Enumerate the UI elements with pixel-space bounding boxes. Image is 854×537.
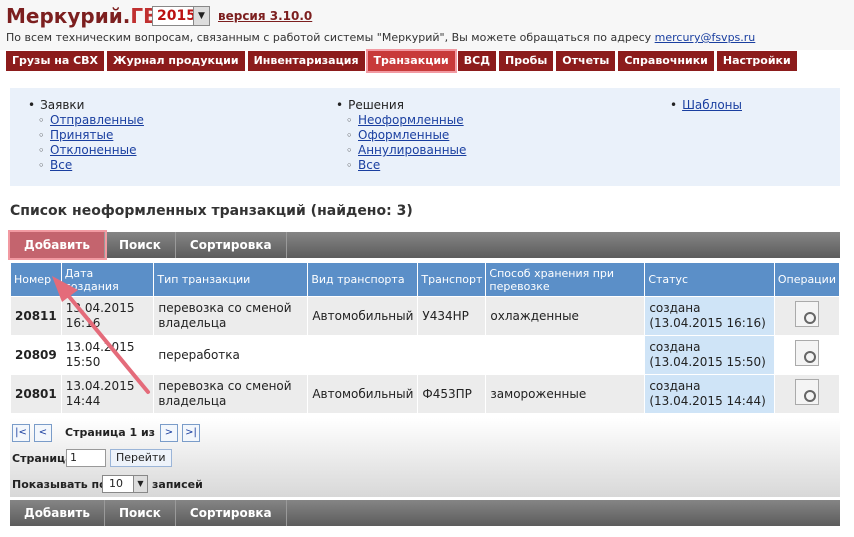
col-header-operations: Операции [773, 262, 841, 297]
decisions-group: Решения Неоформленные Оформленные Аннули… [336, 98, 466, 173]
decisions-title: Решения [336, 98, 466, 112]
year-value: 2015 [157, 8, 196, 24]
link-requests-accepted[interactable]: Принятые [50, 128, 113, 142]
link-decisions-processed[interactable]: Оформленные [358, 128, 449, 142]
nav-item-inventory[interactable]: Инвентаризация [247, 51, 365, 71]
next-page-button[interactable]: > [160, 424, 178, 442]
version-link[interactable]: версия 3.10.0 [218, 9, 312, 23]
link-requests-sent[interactable]: Отправленные [50, 113, 144, 127]
year-select[interactable]: 2015 ▼ [152, 6, 210, 26]
cell-operations [773, 374, 841, 414]
main-nav: Грузы на СВХ Журнал продукции Инвентариз… [6, 49, 797, 73]
col-header-status[interactable]: Статус [644, 262, 775, 297]
templates-group: Шаблоны [670, 98, 742, 112]
nav-item-directories[interactable]: Справочники [618, 51, 714, 71]
col-header-storage[interactable]: Способ хранения при перевозке [485, 262, 646, 297]
page-number-input[interactable]: 1 [66, 449, 106, 467]
go-button[interactable]: Перейти [110, 449, 172, 467]
nav-item-settings[interactable]: Настройки [716, 51, 797, 71]
nav-item-transactions[interactable]: Транзакции [365, 49, 457, 73]
cell-date: 13.04.2015 14:44 [60, 374, 155, 414]
cell-transport [417, 335, 487, 375]
support-text: По всем техническим вопросам, связанным … [6, 31, 756, 44]
cell-storage: замороженные [485, 374, 646, 414]
cell-number: 20809 [10, 335, 62, 375]
link-decisions-unprocessed[interactable]: Неоформленные [358, 113, 464, 127]
link-requests-all[interactable]: Все [50, 158, 72, 172]
transactions-table: Номер Дата создания Тип транзакции Вид т… [10, 262, 841, 414]
prev-page-button[interactable]: < [34, 424, 52, 442]
support-email-link[interactable]: mercury@fsvps.ru [655, 31, 756, 44]
nav-item-reports[interactable]: Отчеты [556, 51, 616, 71]
page-label: Страница [12, 452, 73, 465]
link-requests-rejected[interactable]: Отклоненные [50, 143, 136, 157]
view-magnifier-icon[interactable] [794, 379, 819, 405]
last-page-button[interactable]: >| [182, 424, 200, 442]
nav-item-journal[interactable]: Журнал продукции [107, 51, 245, 71]
search-button-bottom[interactable]: Поиск [105, 500, 176, 526]
top-toolbar: Добавить Поиск Сортировка [8, 230, 840, 260]
search-button[interactable]: Поиск [105, 232, 176, 258]
cell-type: перевозка со сменой владельца [153, 374, 309, 414]
link-decisions-cancelled[interactable]: Аннулированные [358, 143, 466, 157]
cell-status: создана (13.04.2015 14:44) [644, 374, 775, 414]
cell-number: 20811 [10, 296, 62, 336]
page-size-value: 10 [109, 477, 123, 490]
first-page-button[interactable]: |< [12, 424, 30, 442]
chevron-down-icon: ▼ [133, 476, 147, 492]
col-header-transport[interactable]: Транспорт [417, 262, 487, 297]
pager: |< < Страница 1 из 1 > >| Страница 1 Пер… [10, 418, 840, 497]
col-header-date[interactable]: Дата создания [60, 262, 155, 297]
cell-transport: Ф453ПР [417, 374, 487, 414]
col-header-type[interactable]: Тип транзакции [153, 262, 309, 297]
submenu-panel: Заявки Отправленные Принятые Отклоненные… [10, 88, 840, 186]
sort-button-bottom[interactable]: Сортировка [176, 500, 287, 526]
cell-operations [773, 296, 841, 336]
records-label: записей [152, 478, 203, 491]
cell-operations [773, 335, 841, 375]
cell-transport-kind [307, 335, 419, 375]
col-header-transport-kind[interactable]: Вид транспорта [307, 262, 419, 297]
cell-date: 13.04.2015 16:16 [60, 296, 155, 336]
cell-transport-kind: Автомобильный [307, 374, 419, 414]
table-row[interactable]: 20801 13.04.2015 14:44 перевозка со смен… [10, 374, 841, 414]
sort-button[interactable]: Сортировка [176, 232, 287, 258]
cell-storage: охлажденные [485, 296, 646, 336]
cell-type: перевозка со сменой владельца [153, 296, 309, 336]
page-size-select[interactable]: 10 ▼ [102, 475, 148, 493]
cell-date: 13.04.2015 15:50 [60, 335, 155, 375]
bottom-toolbar: Добавить Поиск Сортировка [10, 500, 840, 526]
cell-status: создана (13.04.2015 16:16) [644, 296, 775, 336]
requests-title: Заявки [28, 98, 144, 112]
nav-item-vsd[interactable]: ВСД [457, 51, 497, 71]
cell-transport: У434НР [417, 296, 487, 336]
add-button-bottom[interactable]: Добавить [10, 500, 105, 526]
cell-status: создана (13.04.2015 15:50) [644, 335, 775, 375]
cell-type: переработка [153, 335, 309, 375]
page-info: Страница 1 из 1 [65, 426, 167, 439]
cell-number: 20801 [10, 374, 62, 414]
requests-group: Заявки Отправленные Принятые Отклоненные… [28, 98, 144, 173]
nav-item-cargo[interactable]: Грузы на СВХ [6, 51, 105, 71]
link-decisions-all[interactable]: Все [358, 158, 380, 172]
chevron-down-icon: ▼ [193, 7, 209, 25]
page-title: Список неоформленных транзакций (найдено… [10, 203, 413, 219]
cell-storage [485, 335, 646, 375]
view-magnifier-icon[interactable] [794, 301, 819, 327]
cell-transport-kind: Автомобильный [307, 296, 419, 336]
table-row[interactable]: 20811 13.04.2015 16:16 перевозка со смен… [10, 296, 841, 336]
link-templates[interactable]: Шаблоны [682, 98, 742, 112]
header: Меркурий.ГВЭ 2015 ▼ версия 3.10.0 По все… [0, 0, 854, 50]
view-magnifier-icon[interactable] [794, 340, 819, 366]
table-row[interactable]: 20809 13.04.2015 15:50 переработка созда… [10, 335, 841, 375]
col-header-number[interactable]: Номер [10, 262, 62, 297]
table-header-row: Номер Дата создания Тип транзакции Вид т… [10, 262, 841, 297]
add-button[interactable]: Добавить [8, 230, 107, 260]
app-logo: Меркурий.ГВЭ [6, 4, 173, 28]
nav-item-samples[interactable]: Пробы [499, 51, 554, 71]
show-label: Показывать по: [12, 478, 112, 491]
